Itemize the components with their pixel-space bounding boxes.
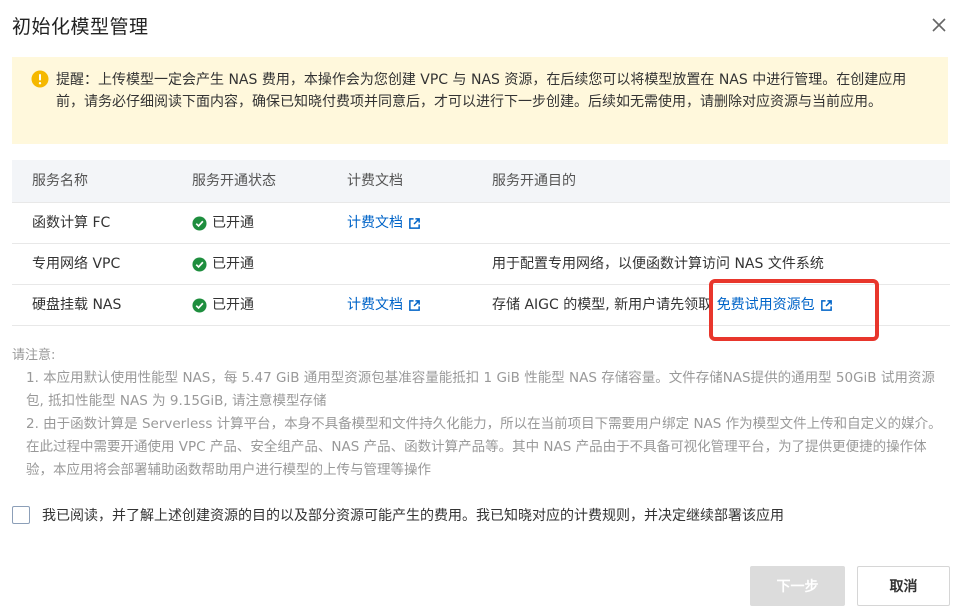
service-name: 专用网络 VPC — [32, 256, 121, 272]
header-billing-doc: 计费文档 — [347, 173, 403, 189]
check-circle-icon — [192, 297, 207, 313]
free-trial-link[interactable]: 免费试用资源包 — [717, 285, 833, 325]
external-link-icon — [409, 217, 420, 229]
service-name: 函数计算 FC — [32, 215, 111, 231]
billing-doc-label: 计费文档 — [347, 215, 403, 231]
header-service-purpose: 服务开通目的 — [492, 173, 576, 189]
external-link-icon — [820, 299, 832, 311]
note-item: 2. 由于函数计算是 Serverless 计算平台，本身不具备模型和文件持久化… — [26, 416, 942, 478]
check-circle-icon — [192, 215, 207, 231]
service-table: 服务名称 服务开通状态 计费文档 服务开通目的 函数计算 FC 已开通 计费文档… — [12, 160, 950, 326]
table-row: 硬盘挂载 NAS 已开通 计费文档 存储 AIGC 的模型, 新用户请先领取 免… — [12, 285, 950, 326]
next-step-button[interactable]: 下一步 — [750, 566, 845, 606]
external-link-icon — [409, 299, 420, 311]
free-trial-label: 免费试用资源包 — [716, 297, 815, 313]
notice-banner: 提醒：上传模型一定会产生 NAS 费用，本操作会为您创建 VPC 与 NAS 资… — [12, 57, 948, 144]
agreement-row: 我已阅读，并了解上述创建资源的目的以及部分资源可能产生的费用。我已知晓对应的计费… — [12, 505, 784, 525]
note-item: 1. 本应用默认使用性能型 NAS，每 5.47 GiB 通用型资源包基准容量能… — [26, 370, 935, 409]
billing-doc-label: 计费文档 — [347, 297, 403, 313]
header-service-name: 服务名称 — [32, 173, 88, 189]
billing-doc-link[interactable]: 计费文档 — [347, 203, 421, 243]
agreement-checkbox[interactable] — [12, 506, 30, 524]
service-status: 已开通 — [192, 285, 254, 325]
table-row: 函数计算 FC 已开通 计费文档 — [12, 203, 950, 244]
cancel-button[interactable]: 取消 — [857, 566, 950, 606]
warning-icon — [31, 70, 49, 88]
dialog-title: 初始化模型管理 — [12, 16, 149, 38]
notes-list: 1. 本应用默认使用性能型 NAS，每 5.47 GiB 通用型资源包基准容量能… — [26, 367, 950, 482]
service-purpose: 存储 AIGC 的模型, 新用户请先领取 免费试用资源包 — [492, 285, 833, 325]
status-label: 已开通 — [212, 256, 254, 272]
close-icon[interactable] — [930, 16, 948, 34]
agreement-label: 我已阅读，并了解上述创建资源的目的以及部分资源可能产生的费用。我已知晓对应的计费… — [42, 508, 784, 524]
service-status: 已开通 — [192, 203, 254, 243]
table-row: 专用网络 VPC 已开通 用于配置专用网络，以便函数计算访问 NAS 文件系统 — [12, 244, 950, 285]
notes-title: 请注意: — [12, 348, 56, 363]
service-status: 已开通 — [192, 244, 254, 284]
billing-doc-link[interactable]: 计费文档 — [347, 285, 421, 325]
table-header: 服务名称 服务开通状态 计费文档 服务开通目的 — [12, 160, 950, 203]
status-label: 已开通 — [212, 297, 254, 313]
service-name: 硬盘挂载 NAS — [32, 297, 122, 313]
service-purpose: 用于配置专用网络，以便函数计算访问 NAS 文件系统 — [492, 256, 824, 272]
notice-text: 提醒：上传模型一定会产生 NAS 费用，本操作会为您创建 VPC 与 NAS 资… — [56, 72, 907, 110]
header-service-status: 服务开通状态 — [192, 173, 276, 189]
init-model-management-dialog: 初始化模型管理 提醒：上传模型一定会产生 NAS 费用，本操作会为您创建 VPC… — [0, 0, 958, 613]
check-circle-icon — [192, 256, 207, 272]
status-label: 已开通 — [212, 215, 254, 231]
purpose-text: 存储 AIGC 的模型, 新用户请先领取 — [492, 297, 713, 313]
